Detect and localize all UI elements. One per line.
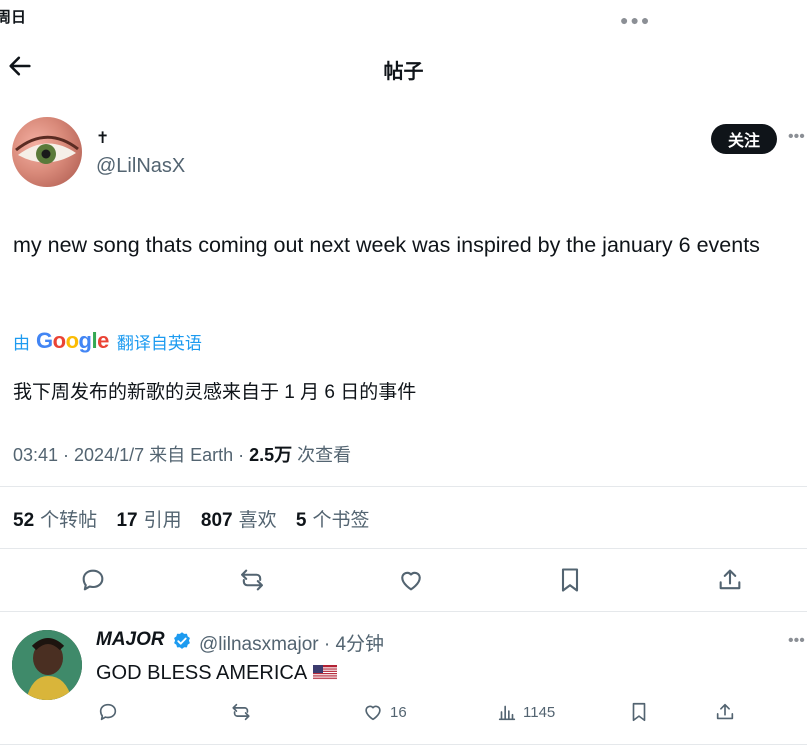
reply-icon	[82, 569, 104, 591]
retweet-icon	[241, 569, 263, 591]
views-icon	[498, 705, 516, 721]
eye-image	[15, 135, 79, 164]
divider	[0, 744, 807, 745]
follow-button[interactable]: 关注	[711, 124, 777, 154]
status-bar-time: 周日	[0, 9, 27, 26]
reply-avatar[interactable]	[12, 630, 82, 700]
divider	[0, 611, 807, 612]
tweet-text: my new song thats coming out next week w…	[13, 233, 760, 257]
divider	[0, 548, 807, 549]
reply-icon	[99, 703, 117, 721]
reply-share-button[interactable]	[714, 701, 736, 723]
divider	[0, 486, 807, 487]
bookmark-icon	[561, 568, 579, 592]
reply-like-button[interactable]	[362, 701, 384, 723]
share-icon	[716, 703, 734, 720]
reply-bookmark-button[interactable]	[628, 701, 650, 723]
reply-retweet-button[interactable]	[230, 701, 252, 723]
stat-bookmarks[interactable]: 5 个书签	[296, 510, 370, 531]
author-handle[interactable]: @LilNasX	[96, 155, 185, 178]
verified-icon	[174, 632, 190, 649]
reply-more-icon[interactable]: •••	[788, 632, 805, 650]
translation-attribution[interactable]: 由 Google 翻译自英语	[13, 328, 202, 354]
reply-views-button[interactable]	[496, 701, 518, 723]
reply-reply-button[interactable]	[97, 701, 119, 723]
reply-text-container: GOD BLESS AMERICA	[96, 662, 338, 685]
reply-text: GOD BLESS AMERICA	[96, 662, 308, 684]
page-title: 帖子	[383, 61, 424, 83]
stat-likes[interactable]: 807 喜欢	[201, 510, 277, 531]
google-logo: Google	[36, 328, 109, 353]
bookmark-button[interactable]	[556, 566, 584, 594]
translate-suffix: 翻译自英语	[116, 333, 202, 353]
views-count: 2.5万	[249, 445, 293, 465]
share-button[interactable]	[716, 566, 744, 594]
retweet-button[interactable]	[238, 566, 266, 594]
reply-button[interactable]	[79, 566, 107, 594]
us-flag-icon	[313, 665, 338, 680]
reply-author-name[interactable]: MAJOR	[96, 629, 165, 651]
stat-quotes[interactable]: 17 引用	[116, 510, 181, 531]
like-icon	[365, 705, 381, 721]
stat-retweets[interactable]: 52 个转帖	[13, 510, 97, 531]
reply-handle[interactable]: @lilnasxmajor · 4分钟	[199, 629, 384, 656]
like-button[interactable]	[397, 566, 425, 594]
author-name[interactable]: ✝	[96, 128, 109, 148]
bookmark-icon	[632, 702, 646, 722]
timestamp[interactable]: 03:41 · 2024/1/7 来自 Earth ·	[13, 445, 249, 465]
person-image	[12, 630, 82, 700]
engagement-stats: 52 个转帖 17 引用 807 喜欢 5 个书签	[13, 505, 383, 532]
more-options-icon[interactable]: •••	[788, 128, 805, 146]
translate-prefix: 由	[13, 333, 30, 353]
status-dots-icon: ●●●	[620, 12, 652, 28]
verified-badge	[172, 631, 192, 651]
views-label: 次查看	[292, 445, 352, 465]
reply-like-count: 16	[390, 704, 407, 721]
author-avatar[interactable]	[12, 117, 82, 187]
translated-text: 我下周发布的新歌的灵感来自于 1 月 6 日的事件	[13, 382, 417, 403]
retweet-icon	[232, 703, 250, 721]
like-icon	[401, 571, 421, 591]
reply-view-count: 1145	[523, 704, 556, 721]
tweet-meta: 03:41 · 2024/1/7 来自 Earth · 2.5万 次查看	[13, 441, 351, 467]
share-icon	[719, 569, 741, 590]
